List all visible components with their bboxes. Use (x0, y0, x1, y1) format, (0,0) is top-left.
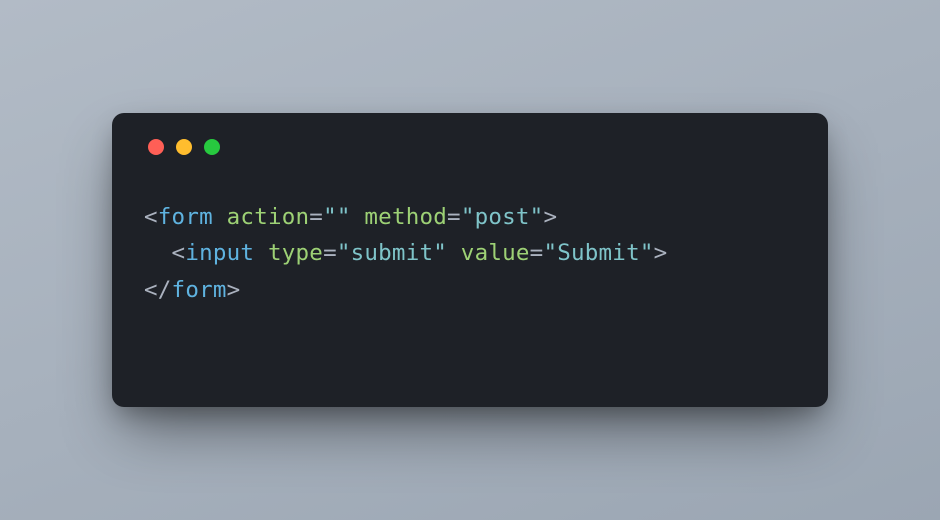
tag-input: input (185, 240, 254, 266)
code-line-2: <input type="submit" value="Submit"> (144, 240, 667, 266)
attr-type: type (268, 240, 323, 266)
code-line-3: </form> (144, 277, 240, 303)
angle-open: < (172, 240, 186, 266)
code-line-1: <form action="" method="post"> (144, 204, 557, 230)
angle-close: > (543, 204, 557, 230)
equals: = (530, 240, 544, 266)
attr-action: action (227, 204, 310, 230)
val-action: "" (323, 204, 351, 230)
val-type: "submit" (337, 240, 447, 266)
angle-close: > (654, 240, 668, 266)
equals: = (323, 240, 337, 266)
space (213, 204, 227, 230)
window-controls (148, 139, 796, 155)
val-value: "Submit" (543, 240, 653, 266)
indent (144, 240, 172, 266)
code-window: <form action="" method="post"> <input ty… (112, 113, 828, 407)
attr-method: method (364, 204, 447, 230)
maximize-icon[interactable] (204, 139, 220, 155)
tag-form: form (158, 204, 213, 230)
angle-open-close: </ (144, 277, 172, 303)
equals: = (447, 204, 461, 230)
code-block: <form action="" method="post"> <input ty… (144, 199, 796, 308)
attr-value: value (461, 240, 530, 266)
angle-open: < (144, 204, 158, 230)
space (447, 240, 461, 266)
equals: = (309, 204, 323, 230)
angle-close: > (227, 277, 241, 303)
close-icon[interactable] (148, 139, 164, 155)
val-method: "post" (461, 204, 544, 230)
minimize-icon[interactable] (176, 139, 192, 155)
tag-form-close: form (172, 277, 227, 303)
space (351, 204, 365, 230)
space (254, 240, 268, 266)
